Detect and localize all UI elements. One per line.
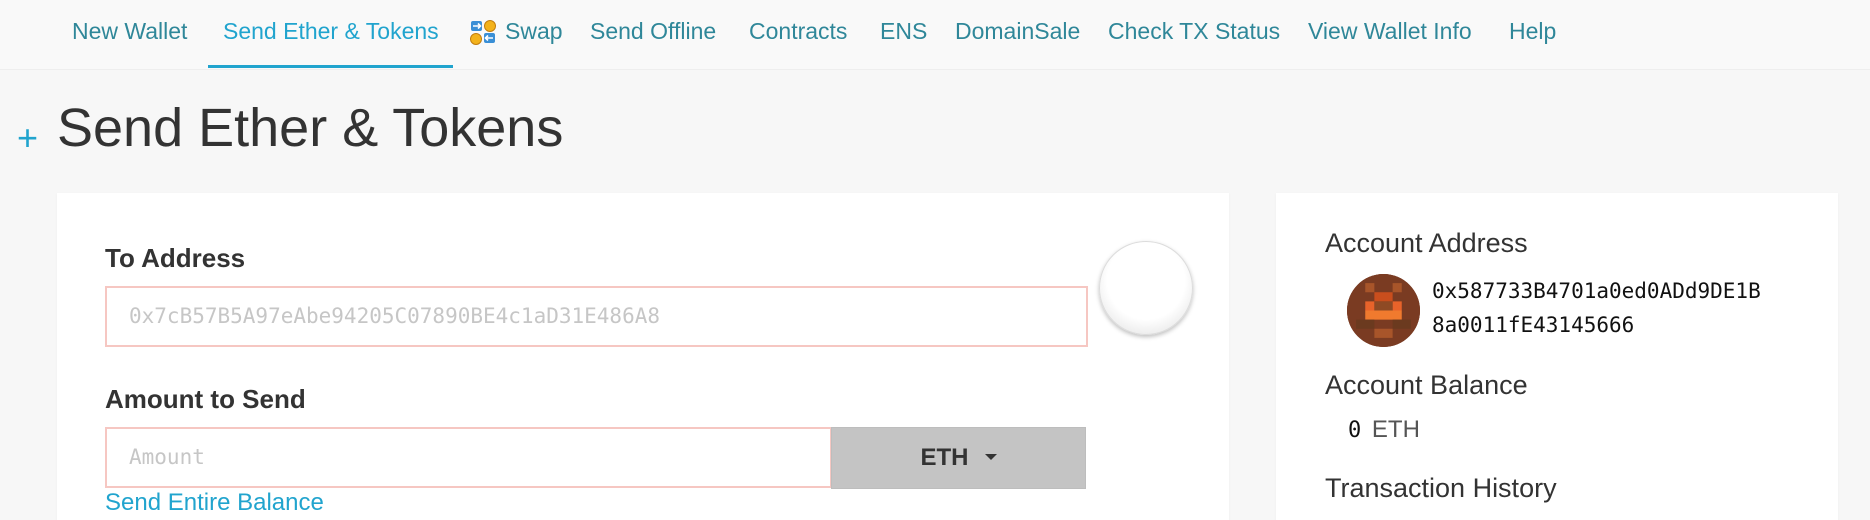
nav-contracts[interactable]: Contracts — [749, 0, 847, 68]
nav-domainsale[interactable]: DomainSale — [955, 0, 1080, 68]
active-tab-underline — [208, 65, 453, 68]
balance-value: 0 — [1348, 418, 1362, 443]
nav-swap[interactable]: Swap — [505, 0, 563, 68]
account-balance-heading: Account Balance — [1325, 370, 1528, 400]
balance-unit: ETH — [1371, 416, 1420, 443]
currency-dropdown[interactable]: ETH — [831, 427, 1086, 489]
address-identicon-placeholder — [1099, 241, 1193, 335]
amount-input[interactable]: Amount — [105, 427, 832, 488]
page-title: Send Ether & Tokens — [57, 98, 564, 158]
nav-ens[interactable]: ENS — [880, 0, 927, 68]
transaction-history-heading[interactable]: Transaction History — [1325, 473, 1557, 504]
account-address-heading: Account Address — [1325, 228, 1528, 258]
nav-view-wallet-info[interactable]: View Wallet Info — [1308, 0, 1472, 68]
account-balance: 0 ETH — [1348, 416, 1420, 444]
swap-icon[interactable] — [469, 18, 497, 46]
nav-help[interactable]: Help — [1509, 0, 1556, 68]
account-address-line-1: 0x587733B4701a0ed0ADd9DE1B — [1432, 279, 1761, 303]
top-nav: New Wallet Send Ether & Tokens Swap Send… — [0, 0, 1870, 70]
to-address-input[interactable]: 0x7cB57B5A97eAbe94205C07890BE4c1aD31E486… — [105, 286, 1088, 347]
to-address-label: To Address — [105, 243, 246, 273]
nav-new-wallet[interactable]: New Wallet — [72, 0, 187, 68]
caret-down-icon — [984, 453, 997, 460]
amount-label: Amount to Send — [105, 384, 306, 414]
account-address-line-2: 8a0011fE43145666 — [1432, 313, 1635, 337]
account-identicon-icon — [1347, 274, 1420, 347]
currency-label: ETH — [920, 444, 969, 471]
send-entire-balance-link[interactable]: Send Entire Balance — [105, 489, 324, 517]
nav-send-ether-tokens[interactable]: Send Ether & Tokens — [223, 0, 439, 68]
nav-check-tx-status[interactable]: Check TX Status — [1108, 0, 1280, 68]
expand-plus-icon[interactable]: + — [17, 118, 38, 158]
nav-send-offline[interactable]: Send Offline — [590, 0, 716, 68]
